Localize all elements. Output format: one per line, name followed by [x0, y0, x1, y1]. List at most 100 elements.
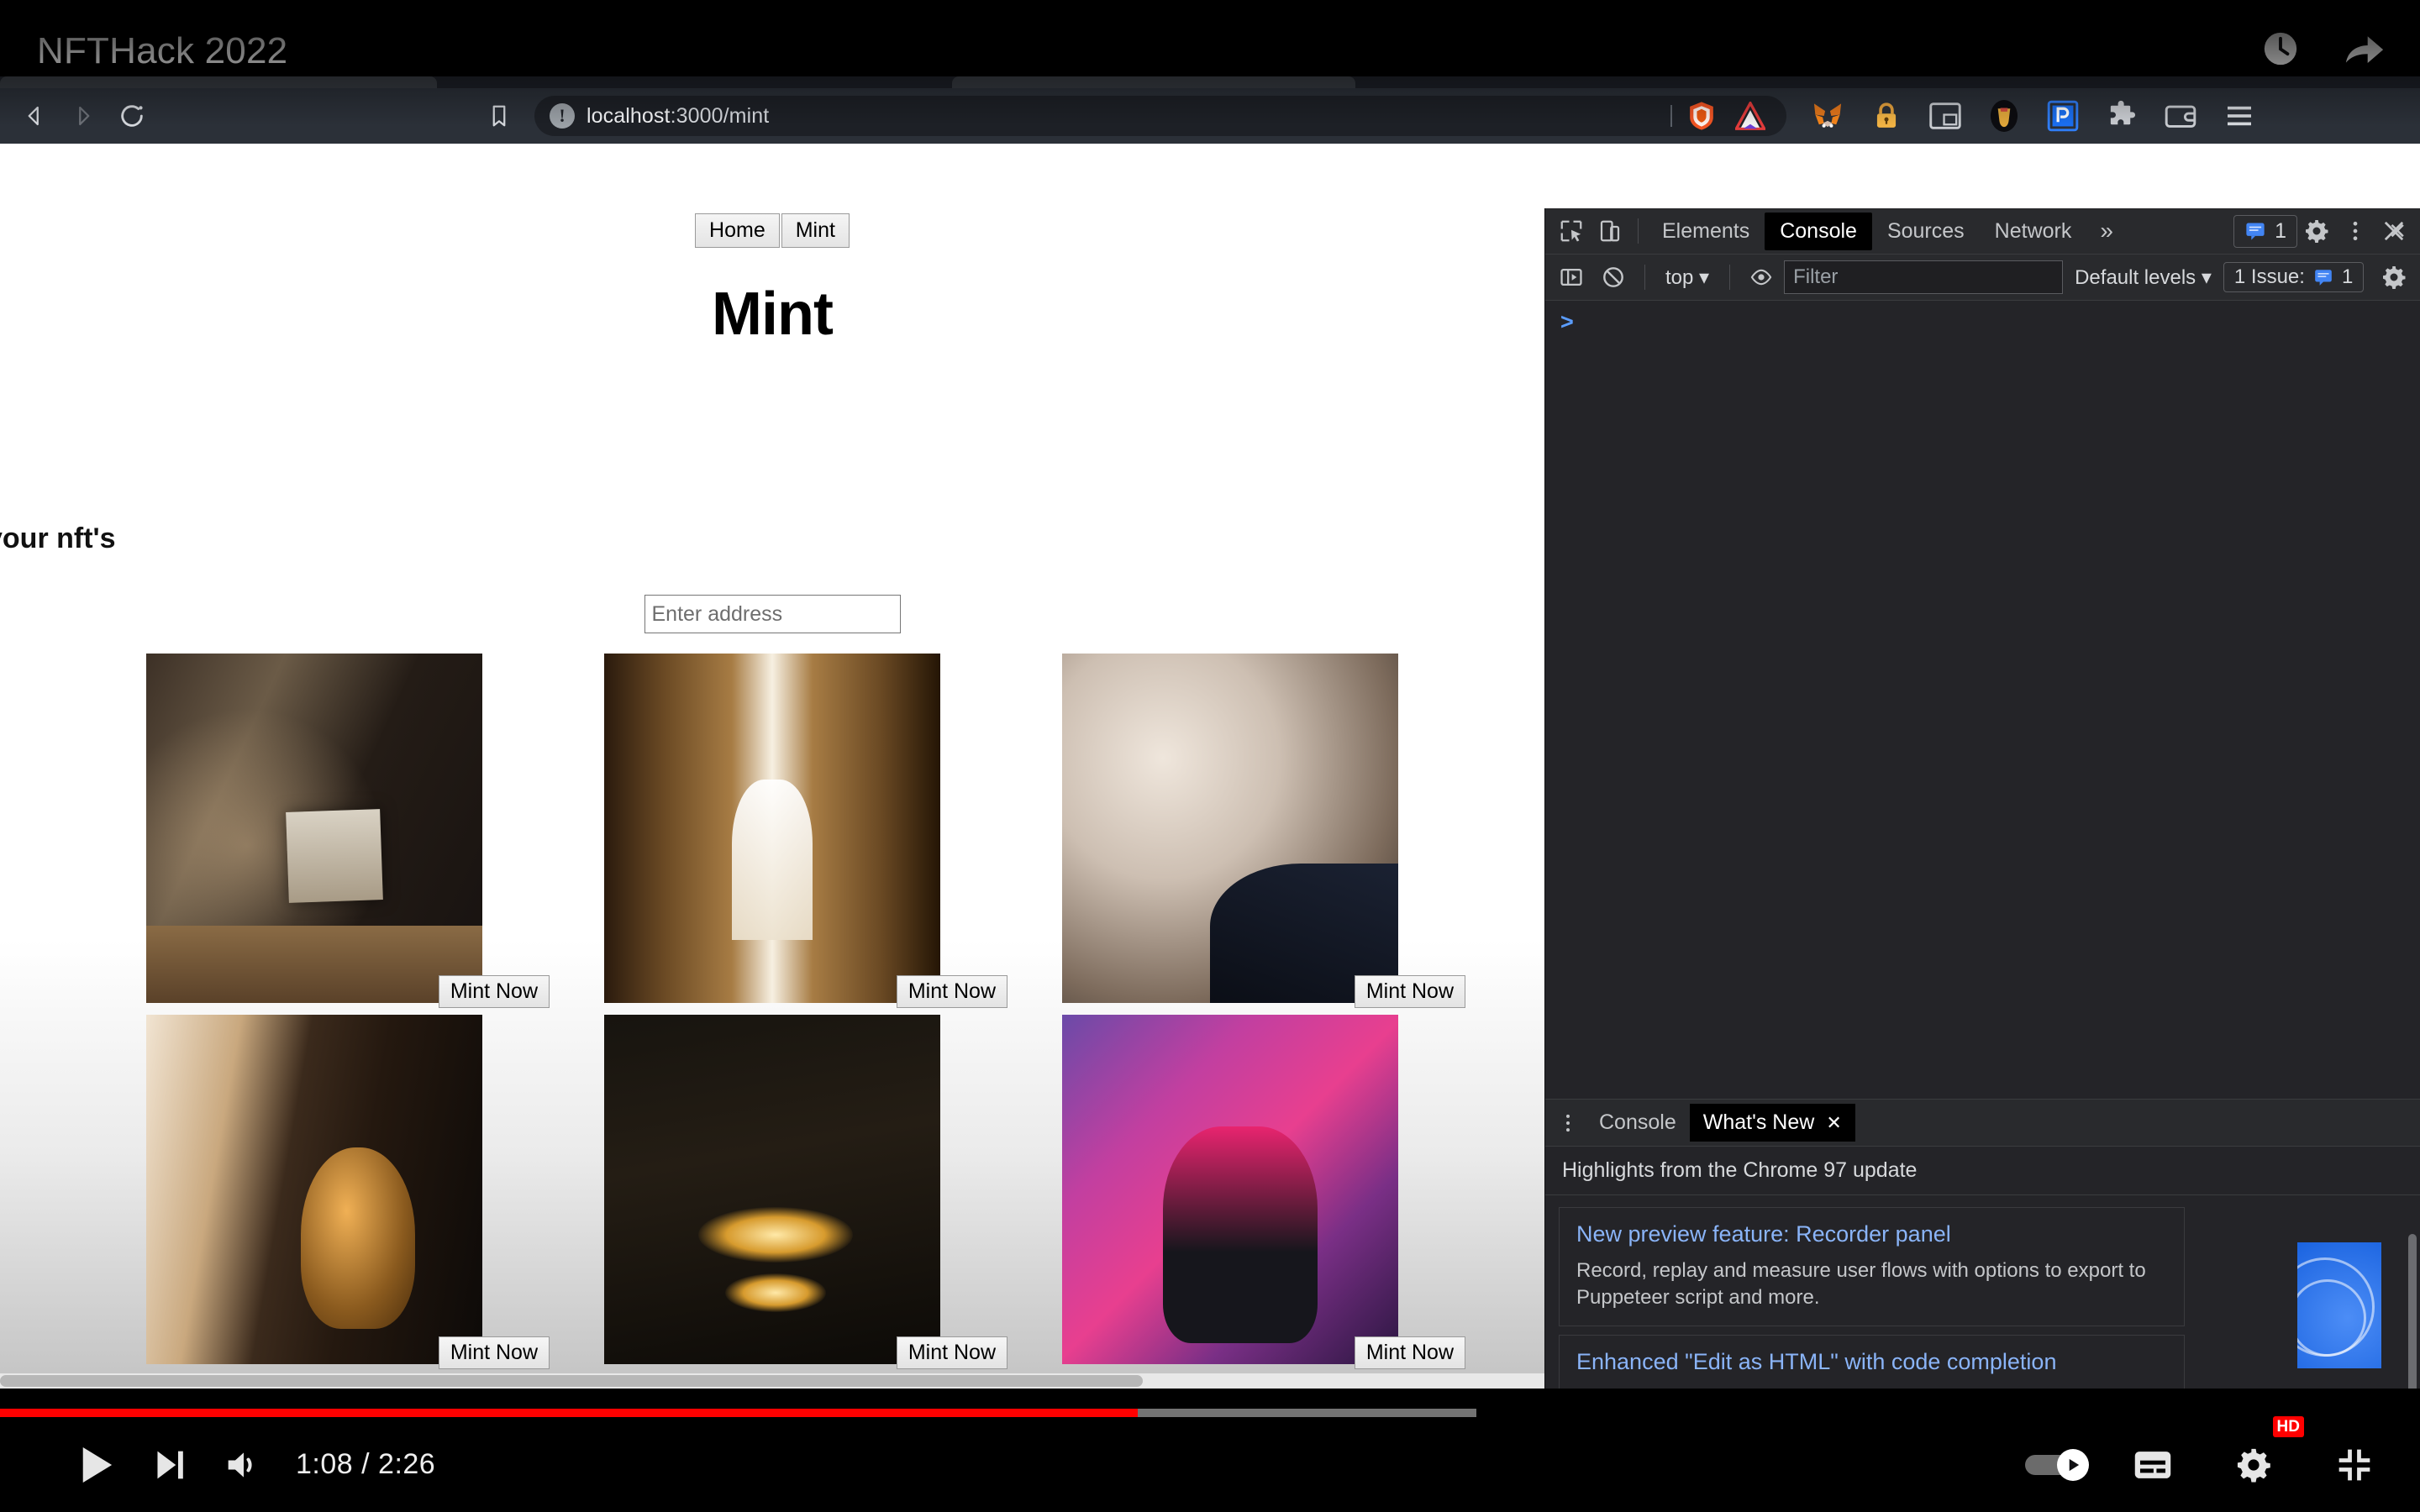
console-levels-selector[interactable]: Default levels ▾: [2066, 263, 2220, 292]
video-progress-bar[interactable]: [0, 1409, 2420, 1417]
mint-now-button[interactable]: Mint Now: [438, 1336, 550, 1369]
nav-link-home[interactable]: Home: [695, 213, 780, 248]
nft-image-6[interactable]: [1062, 1015, 1398, 1364]
autoplay-toggle-icon[interactable]: [2025, 1448, 2089, 1481]
console-issues-count: 1: [2341, 265, 2354, 288]
drawer-tab-console[interactable]: Console: [1586, 1104, 1690, 1142]
console-prompt-caret: >: [1560, 309, 1574, 334]
quality-hd-badge: HD: [2272, 1415, 2304, 1438]
nft-image-4[interactable]: [146, 1015, 482, 1364]
live-expression-eye-icon[interactable]: [1742, 258, 1781, 297]
play-icon[interactable]: [59, 1428, 133, 1502]
browser-menu-icon[interactable]: [2222, 98, 2257, 134]
drawer-tabbar: Console What's New ✕ ✕: [1545, 218, 2420, 1147]
devtools-more-tabs-icon[interactable]: »: [2086, 218, 2127, 244]
clock-icon[interactable]: [2259, 27, 2302, 71]
nav-link-mint[interactable]: Mint: [781, 213, 850, 248]
nft-image-1[interactable]: [146, 654, 482, 1003]
issue-message-icon: [2315, 270, 2332, 286]
reload-button[interactable]: [108, 92, 156, 140]
address-input-row: [0, 595, 1544, 633]
brave-rewards-triangle-icon[interactable]: [1733, 98, 1768, 134]
video-progress-played: [0, 1409, 1138, 1417]
mint-now-button[interactable]: Mint Now: [1354, 1336, 1465, 1369]
screen-root: ! localhost:3000/mint Home Mint Mint our…: [0, 0, 2420, 1512]
mint-now-button[interactable]: Mint Now: [438, 975, 550, 1008]
drawer-close-icon[interactable]: ✕: [2388, 218, 2407, 244]
forward-button[interactable]: [59, 92, 108, 140]
nft-image-3[interactable]: [1062, 654, 1398, 1003]
drawer-more-options-kebab-icon[interactable]: [1550, 1105, 1586, 1141]
extension-toolbar: [1810, 98, 2265, 134]
drawer-tab-whats-new[interactable]: What's New ✕: [1689, 1104, 1855, 1142]
puzzle-extensions-icon[interactable]: [2104, 98, 2139, 134]
mint-now-button[interactable]: Mint Now: [896, 1336, 1007, 1369]
phantom-wallet-icon[interactable]: [2045, 98, 2081, 134]
browser-tab-secondary[interactable]: [952, 76, 1355, 88]
nft-card: Mint Now: [146, 1015, 550, 1369]
next-video-icon[interactable]: [133, 1428, 207, 1502]
whats-new-item[interactable]: New preview feature: Recorder panel Reco…: [1559, 1207, 2185, 1326]
volume-icon[interactable]: [207, 1428, 281, 1502]
issue-message-icon: [2246, 223, 2265, 240]
whats-new-item-title[interactable]: Enhanced "Edit as HTML" with code comple…: [1576, 1349, 2167, 1375]
keplr-wallet-icon[interactable]: [1986, 98, 2022, 134]
console-settings-gear-icon[interactable]: [2375, 258, 2413, 297]
subtitles-icon[interactable]: [2116, 1428, 2190, 1502]
devtools-drawer: Console What's New ✕ ✕ Highlights from t…: [1545, 218, 2420, 1389]
nft-row: Mint Now Mint Now Mint Now: [0, 1015, 1544, 1369]
whats-new-scrollbar-thumb[interactable]: [2408, 1234, 2417, 1389]
mint-now-button[interactable]: Mint Now: [1354, 975, 1465, 1008]
wallet-icon[interactable]: [2163, 98, 2198, 134]
devtools-settings-gear-icon[interactable]: [2297, 212, 2336, 250]
page-title: Mint: [712, 281, 834, 348]
back-button[interactable]: [10, 92, 59, 140]
console-context-selector[interactable]: top ▾: [1657, 263, 1718, 292]
nft-image-5[interactable]: [604, 1015, 940, 1364]
drawer-tab-close-icon[interactable]: ✕: [1826, 1112, 1841, 1134]
device-toolbar-icon[interactable]: [1591, 212, 1629, 250]
brave-shield-icon[interactable]: [1684, 98, 1719, 134]
whats-new-item-desc: Edit as HTML in the Elements panel now s…: [1576, 1385, 2167, 1389]
lock-padlock-icon[interactable]: [1869, 98, 1904, 134]
nft-image-2[interactable]: [604, 654, 940, 1003]
console-levels-value: Default levels: [2075, 265, 2196, 289]
bookmark-icon[interactable]: [476, 92, 523, 139]
console-output-area[interactable]: >: [1545, 301, 2420, 1099]
metamask-fox-icon[interactable]: [1810, 98, 1845, 134]
video-title: NFTHack 2022: [37, 30, 288, 71]
console-issues-button[interactable]: 1 Issue: 1: [2223, 262, 2365, 292]
devtools-error-badge[interactable]: 1: [2233, 214, 2297, 248]
console-issues-label: 1 Issue:: [2233, 265, 2305, 288]
brave-shields-group: [1684, 98, 1771, 134]
devtools-tab-network[interactable]: Network: [1980, 213, 2087, 250]
browser-toolbar: ! localhost:3000/mint: [0, 88, 2420, 144]
picture-in-picture-icon[interactable]: [1928, 98, 1963, 134]
whats-new-item-desc: Record, replay and measure user flows wi…: [1576, 1259, 2146, 1310]
web-page-viewport: Home Mint Mint your nft's Mint Now Mint …: [0, 208, 1544, 1389]
page-scrollbar-thumb[interactable]: [0, 1375, 1143, 1387]
whats-new-item-title[interactable]: New preview feature: Recorder panel: [1576, 1221, 2167, 1247]
page-horizontal-scrollbar[interactable]: [0, 1373, 1544, 1389]
devtools-tab-elements[interactable]: Elements: [1647, 213, 1765, 250]
clear-console-icon[interactable]: [1594, 258, 1633, 297]
share-icon[interactable]: [2343, 27, 2386, 71]
devtools-tab-sources[interactable]: Sources: [1872, 213, 1980, 250]
inspect-element-icon[interactable]: [1552, 212, 1591, 250]
console-filter-input[interactable]: [1784, 260, 2064, 294]
devtools-tab-console[interactable]: Console: [1765, 212, 1872, 250]
exit-fullscreen-icon[interactable]: [2317, 1428, 2391, 1502]
browser-window: ! localhost:3000/mint Home Mint Mint our…: [0, 76, 2420, 1389]
address-bar[interactable]: ! localhost:3000/mint: [534, 96, 1786, 136]
video-time-display: 1:08 / 2:26: [296, 1448, 436, 1480]
nft-row: Mint Now Mint Now Mint Now: [0, 654, 1544, 1008]
not-secure-info-icon[interactable]: !: [550, 103, 575, 129]
browser-tab-active[interactable]: [0, 76, 437, 88]
settings-gear-icon[interactable]: HD: [2217, 1415, 2304, 1502]
console-sidebar-icon[interactable]: [1552, 258, 1591, 297]
divider: [1729, 265, 1731, 290]
whats-new-item[interactable]: Enhanced "Edit as HTML" with code comple…: [1559, 1334, 2185, 1389]
mint-now-button[interactable]: Mint Now: [896, 975, 1007, 1008]
address-input[interactable]: [644, 595, 901, 633]
devtools-more-options-kebab-icon[interactable]: [2336, 212, 2375, 250]
